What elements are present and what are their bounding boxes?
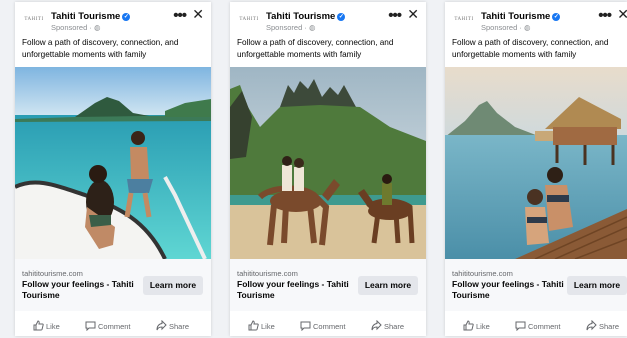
link-domain: tahititourisme.com [237, 269, 298, 278]
comment-bubble-icon [300, 321, 311, 332]
advertiser-logo[interactable]: TAHITI [22, 14, 46, 26]
link-domain: tahititourisme.com [22, 269, 83, 278]
learn-more-button[interactable]: Learn more [143, 276, 203, 295]
more-options-icon[interactable]: ••• [388, 7, 402, 24]
ad-caption: Follow a path of discovery, connection, … [237, 38, 394, 59]
action-bar: Like Comment Share [445, 319, 627, 336]
advertiser-name[interactable]: Tahiti Tourisme ✓ [266, 11, 346, 22]
cta-bar: tahititourisme.com Follow your feelings … [230, 259, 426, 311]
sponsored-label: Sponsored · ◍ [51, 23, 101, 32]
action-bar: Like Comment Share [230, 319, 426, 336]
close-icon[interactable]: ✕ [407, 6, 419, 23]
thumbs-up-icon [463, 320, 474, 331]
thumbs-up-icon [248, 320, 259, 331]
ad-caption: Follow a path of discovery, connection, … [22, 38, 179, 59]
comment-button[interactable]: Comment [515, 320, 561, 334]
ad-image-horse-riding[interactable] [230, 67, 426, 259]
comment-bubble-icon [515, 321, 526, 332]
share-arrow-icon [156, 319, 167, 331]
close-icon[interactable]: ✕ [192, 6, 204, 23]
verified-badge-icon: ✓ [122, 13, 131, 21]
more-options-icon[interactable]: ••• [598, 7, 612, 24]
ad-header: TAHITI Tahiti Tourisme ✓ Sponsored · ◍ ••… [230, 2, 426, 64]
ad-image-boat-lagoon[interactable] [15, 67, 211, 259]
cta-bar: tahititourisme.com Follow your feelings … [445, 259, 627, 311]
globe-icon: ◍ [93, 23, 101, 32]
globe-icon: ◍ [523, 23, 531, 32]
like-button[interactable]: Like [33, 320, 60, 334]
more-options-icon[interactable]: ••• [173, 7, 187, 24]
share-arrow-icon [371, 319, 382, 331]
link-headline[interactable]: Follow your feelings - Tahiti Tourisme [237, 279, 349, 301]
comment-button[interactable]: Comment [85, 320, 131, 334]
ad-header: TAHITI Tahiti Tourisme ✓ Sponsored · ◍ ••… [445, 2, 627, 64]
action-bar: Like Comment Share [15, 319, 211, 336]
globe-icon: ◍ [308, 23, 316, 32]
ad-card-3: TAHITI Tahiti Tourisme ✓ Sponsored · ◍ ••… [445, 2, 627, 336]
sponsored-label: Sponsored · ◍ [481, 23, 531, 32]
ad-header: TAHITI Tahiti Tourisme ✓ Sponsored · ◍ ••… [15, 2, 211, 64]
link-headline[interactable]: Follow your feelings - Tahiti Tourisme [452, 279, 564, 301]
link-domain: tahititourisme.com [452, 269, 513, 278]
advertiser-name[interactable]: Tahiti Tourisme ✓ [51, 11, 131, 22]
like-button[interactable]: Like [248, 320, 275, 334]
advertiser-logo[interactable]: TAHITI [452, 14, 476, 26]
advertiser-name[interactable]: Tahiti Tourisme ✓ [481, 11, 561, 22]
verified-badge-icon: ✓ [337, 13, 346, 21]
verified-badge-icon: ✓ [552, 13, 561, 21]
comment-button[interactable]: Comment [300, 320, 346, 334]
close-icon[interactable]: ✕ [617, 6, 627, 23]
cta-bar: tahititourisme.com Follow your feelings … [15, 259, 211, 311]
like-button[interactable]: Like [463, 320, 490, 334]
ad-image-overwater-bungalow[interactable] [445, 67, 627, 259]
share-button[interactable]: Share [156, 319, 189, 334]
sponsored-label: Sponsored · ◍ [266, 23, 316, 32]
learn-more-button[interactable]: Learn more [358, 276, 418, 295]
ad-card-1: TAHITI Tahiti Tourisme ✓ Sponsored · ◍ ••… [15, 2, 211, 336]
ad-caption: Follow a path of discovery, connection, … [452, 38, 609, 59]
share-button[interactable]: Share [371, 319, 404, 334]
comment-bubble-icon [85, 321, 96, 332]
learn-more-button[interactable]: Learn more [567, 276, 627, 295]
link-headline[interactable]: Follow your feelings - Tahiti Tourisme [22, 279, 134, 301]
thumbs-up-icon [33, 320, 44, 331]
ad-card-2: TAHITI Tahiti Tourisme ✓ Sponsored · ◍ ••… [230, 2, 426, 336]
share-arrow-icon [586, 319, 597, 331]
advertiser-logo[interactable]: TAHITI [237, 14, 261, 26]
share-button[interactable]: Share [586, 319, 619, 334]
